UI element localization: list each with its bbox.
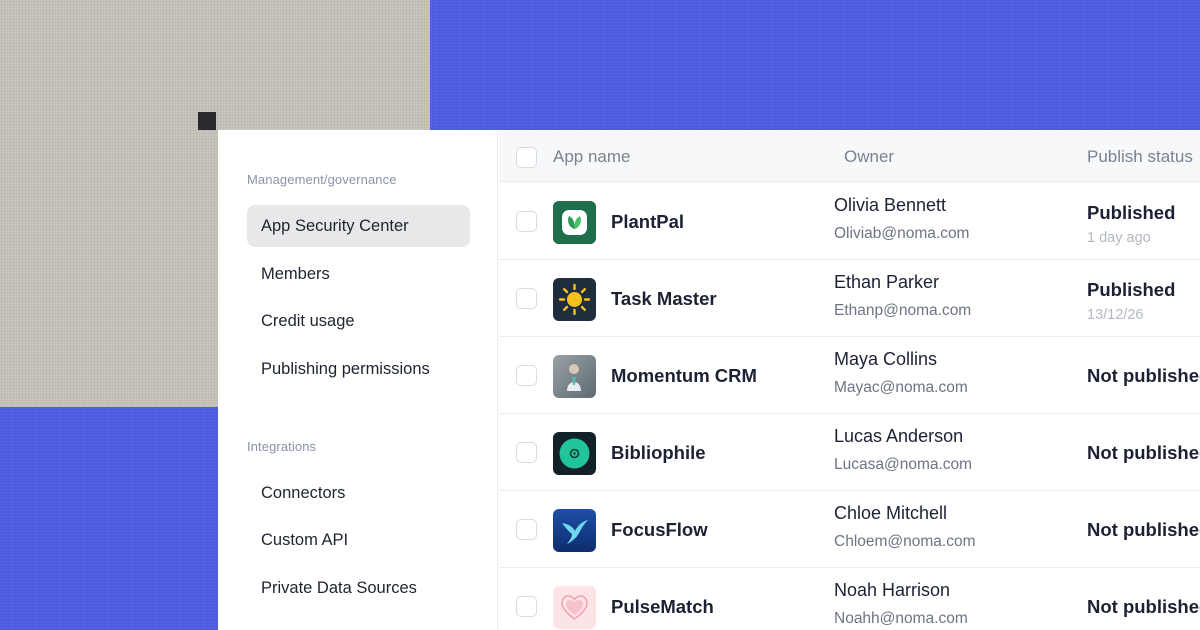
owner-email: Ethanp@noma.com [834,302,972,319]
sidebar-item-credit-usage[interactable]: Credit usage [247,300,470,342]
row-checkbox[interactable] [516,211,537,232]
section-label-management: Management/governance [247,172,397,187]
row-checkbox[interactable] [516,442,537,463]
app-name[interactable]: FocusFlow [611,491,708,568]
section-label-integrations: Integrations [247,439,317,454]
target-icon [553,432,596,475]
status-text: Not published [1087,365,1200,386]
owner-name: Noah Harrison [834,580,951,600]
select-all-checkbox[interactable] [516,147,537,168]
owner-email: Noahh@noma.com [834,610,968,627]
app-name[interactable]: PlantPal [611,183,684,260]
sidebar-item-members[interactable]: Members [247,253,470,295]
sidebar: Management/governance App Security Cente… [218,130,498,630]
table-row[interactable]: PlantPal Olivia Bennett Oliviab@noma.com… [499,183,1200,260]
row-checkbox[interactable] [516,365,537,386]
status-timestamp: 13/12/26 [1087,307,1144,323]
table-row[interactable]: FocusFlow Chloe Mitchell Chloem@noma.com… [499,491,1200,568]
table-header: App name Owner Publish status [499,130,1200,182]
owner-email: Chloem@noma.com [834,533,976,550]
sidebar-item-private-data-sources[interactable]: Private Data Sources [247,567,470,609]
owner-name: Lucas Anderson [834,426,964,446]
apps-table: App name Owner Publish status PlantPal O… [499,130,1200,630]
owner-email: Mayac@noma.com [834,379,968,396]
status-text: Not published [1087,596,1200,617]
row-checkbox[interactable] [516,519,537,540]
column-header-publish-status[interactable]: Publish status [1087,130,1193,184]
bird-icon [553,509,596,552]
sidebar-item-publishing-permissions[interactable]: Publishing permissions [247,348,470,390]
owner-name: Ethan Parker [834,272,940,292]
background-blue-top [430,0,1200,130]
app-name[interactable]: Task Master [611,260,717,337]
table-row[interactable]: Task Master Ethan Parker Ethanp@noma.com… [499,260,1200,337]
row-checkbox[interactable] [516,288,537,309]
owner-email: Oliviab@noma.com [834,225,970,242]
owner-name: Olivia Bennett [834,195,947,215]
status-timestamp: 1 day ago [1087,230,1151,246]
decorative-square [198,112,216,130]
column-header-app-name[interactable]: App name [553,130,631,184]
table-row[interactable]: PulseMatch Noah Harrison Noahh@noma.com … [499,568,1200,630]
sidebar-item-custom-api[interactable]: Custom API [247,519,470,561]
heart-icon [553,586,596,629]
status-text: Published [1087,202,1176,223]
background-blue-left [0,407,218,630]
status-text: Published [1087,279,1176,300]
status-text: Not published [1087,442,1200,463]
app-name[interactable]: Momentum CRM [611,337,757,414]
app-name[interactable]: Bibliophile [611,414,706,491]
owner-email: Lucasa@noma.com [834,456,973,473]
table-row[interactable]: Bibliophile Lucas Anderson Lucasa@noma.c… [499,414,1200,491]
sun-icon [553,278,596,321]
plant-icon [553,201,596,244]
table-row[interactable]: Momentum CRM Maya Collins Mayac@noma.com… [499,337,1200,414]
row-checkbox[interactable] [516,596,537,617]
owner-name: Maya Collins [834,349,938,369]
sidebar-item-connectors[interactable]: Connectors [247,472,470,514]
person-photo-icon [553,355,596,398]
status-text: Not published [1087,519,1200,540]
app-name[interactable]: PulseMatch [611,568,714,630]
sidebar-item-app-security-center[interactable]: App Security Center [247,205,470,247]
app-window: Management/governance App Security Cente… [218,130,1200,630]
column-header-owner[interactable]: Owner [844,130,894,184]
owner-name: Chloe Mitchell [834,503,948,523]
